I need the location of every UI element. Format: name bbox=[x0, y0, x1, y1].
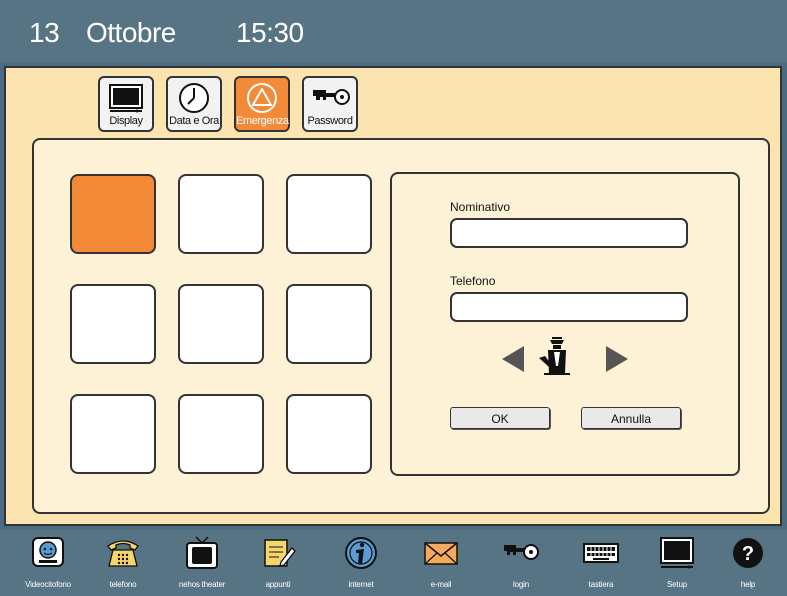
name-label: Nominativo bbox=[450, 200, 511, 214]
name-input[interactable] bbox=[450, 218, 688, 248]
tab-password[interactable]: Password bbox=[302, 76, 358, 132]
clock-time: 15:30 bbox=[236, 17, 304, 48]
nav-label: Videocitofono bbox=[25, 580, 71, 589]
cancel-button[interactable]: Annulla bbox=[581, 407, 681, 429]
svg-text:?: ? bbox=[742, 543, 754, 565]
arrow-right-icon[interactable] bbox=[604, 344, 630, 374]
emergency-slot-4[interactable] bbox=[70, 284, 156, 364]
tab-emergenza[interactable]: Emergenza bbox=[234, 76, 290, 132]
tab-label: Data e Ora bbox=[169, 115, 219, 127]
tv-icon bbox=[186, 536, 218, 569]
nav-telefono[interactable]: telefono bbox=[86, 530, 160, 596]
nav-help[interactable]: ? help bbox=[711, 530, 785, 596]
tab-label: Display bbox=[109, 115, 143, 127]
emergency-slot-2[interactable] bbox=[178, 174, 264, 254]
internet-icon bbox=[345, 537, 377, 569]
videophone-icon bbox=[32, 537, 64, 567]
emergency-slot-5[interactable] bbox=[178, 284, 264, 364]
warning-triangle-icon bbox=[247, 83, 277, 113]
top-bar: 13 Ottobre 15:30 bbox=[0, 0, 787, 62]
main-area: Display Data e Ora Emergenza Password No… bbox=[4, 66, 782, 526]
date-month: Ottobre bbox=[86, 17, 176, 48]
bottom-bar: Videocitofono telefono nehos theater app… bbox=[0, 530, 787, 596]
nav-internet[interactable]: internet bbox=[324, 530, 398, 596]
nav-label: help bbox=[740, 580, 756, 589]
nav-label: internet bbox=[348, 580, 374, 589]
ok-button[interactable]: OK bbox=[450, 407, 550, 429]
emergency-slot-1[interactable] bbox=[70, 174, 156, 254]
tab-label: Emergenza bbox=[236, 115, 289, 127]
phone-label: Telefono bbox=[450, 274, 496, 288]
emergency-slot-6[interactable] bbox=[286, 284, 372, 364]
nav-setup[interactable]: Setup bbox=[640, 530, 714, 596]
nav-videocitofono[interactable]: Videocitofono bbox=[11, 530, 85, 596]
nav-tastiera[interactable]: tastiera bbox=[564, 530, 638, 596]
arrow-left-icon[interactable] bbox=[500, 344, 526, 374]
tab-label: Password bbox=[307, 115, 353, 127]
clock-icon bbox=[179, 83, 209, 113]
date-day: 13 bbox=[29, 17, 60, 48]
monitor-icon bbox=[660, 537, 694, 569]
nav-nehos-theater[interactable]: nehos theater bbox=[165, 530, 239, 596]
telephone-icon bbox=[107, 540, 139, 567]
emergency-panel: Nominativo Telefono OK Annulla bbox=[32, 138, 770, 514]
nav-label: login bbox=[513, 580, 529, 589]
nav-label: Setup bbox=[667, 580, 687, 589]
notepad-icon bbox=[264, 539, 296, 567]
nav-e-mail[interactable]: e-mail bbox=[404, 530, 478, 596]
emergency-slot-7[interactable] bbox=[70, 394, 156, 474]
nav-appunti[interactable]: appunti bbox=[241, 530, 315, 596]
key-icon bbox=[313, 89, 350, 105]
phone-input[interactable] bbox=[450, 292, 688, 322]
police-officer-icon bbox=[539, 337, 570, 375]
contact-form: Nominativo Telefono OK Annulla bbox=[390, 172, 740, 476]
nav-login[interactable]: login bbox=[484, 530, 558, 596]
emergency-slot-3[interactable] bbox=[286, 174, 372, 254]
keyboard-icon bbox=[583, 543, 619, 563]
tab-data-e-ora[interactable]: Data e Ora bbox=[166, 76, 222, 132]
nav-label: e-mail bbox=[430, 580, 452, 589]
help-icon: ? bbox=[733, 538, 763, 568]
nav-label: tastiera bbox=[588, 580, 614, 589]
envelope-icon bbox=[424, 542, 458, 565]
key-icon bbox=[504, 544, 539, 560]
emergency-slot-8[interactable] bbox=[178, 394, 264, 474]
nav-label: telefono bbox=[109, 580, 137, 589]
monitor-icon bbox=[109, 84, 143, 113]
nav-label: appunti bbox=[265, 580, 291, 589]
emergency-slot-9[interactable] bbox=[286, 394, 372, 474]
tab-display[interactable]: Display bbox=[98, 76, 154, 132]
nav-label: nehos theater bbox=[178, 580, 226, 589]
